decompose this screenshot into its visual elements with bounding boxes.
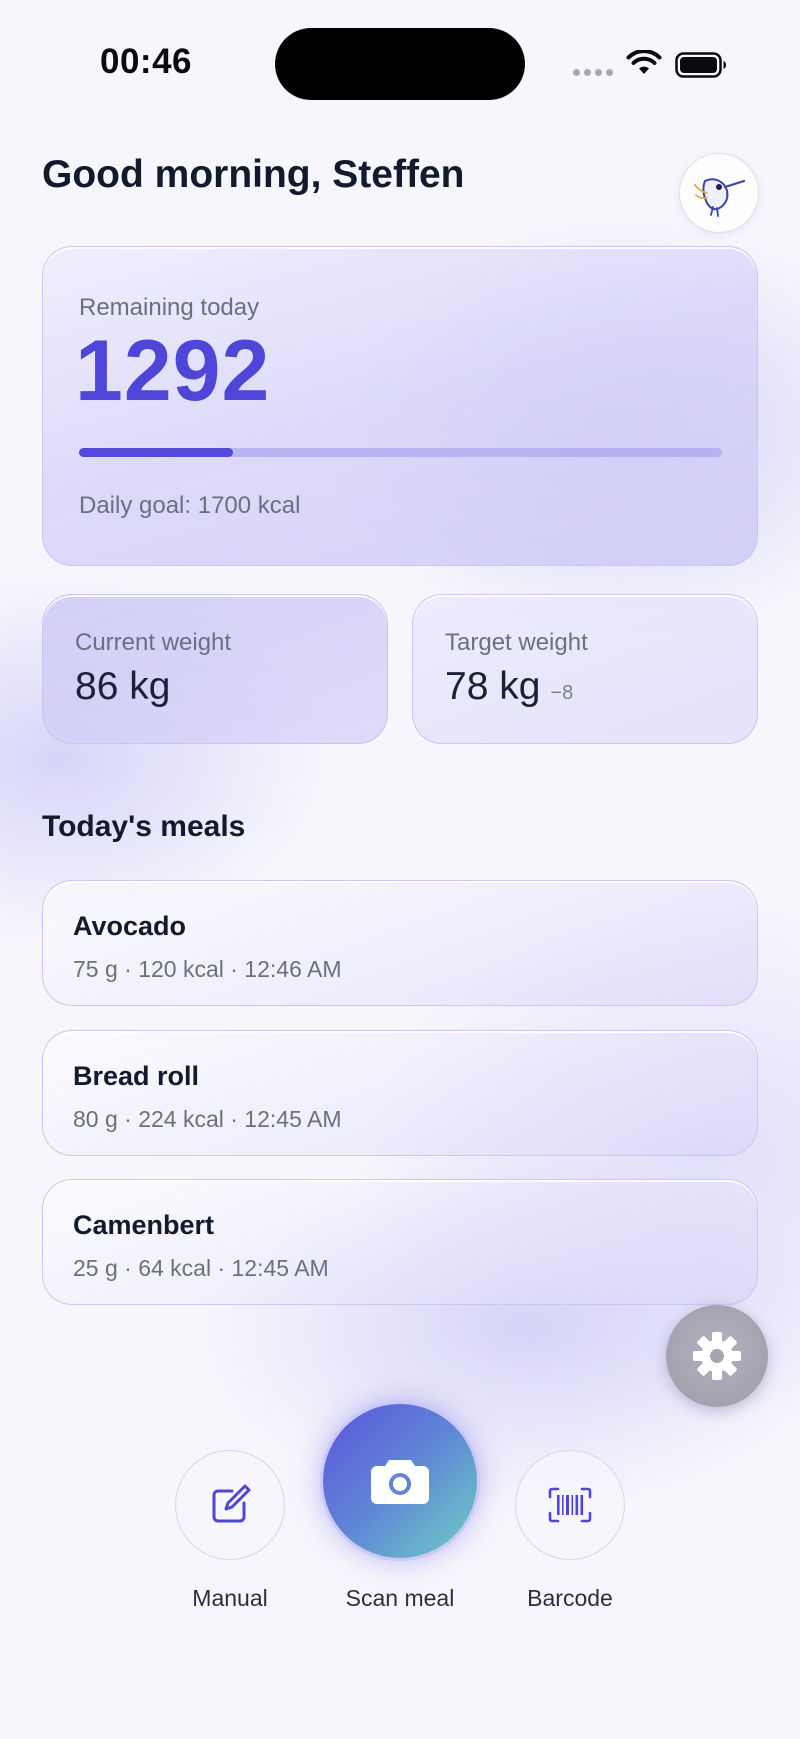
remaining-label: Remaining today <box>79 294 260 321</box>
target-weight-card[interactable]: Target weight 78 kg −8 <box>412 594 758 744</box>
barcode-icon <box>548 1487 592 1523</box>
profile-avatar-button[interactable] <box>679 153 759 233</box>
current-weight-card[interactable]: Current weight 86 kg <box>42 594 388 744</box>
meal-list-item[interactable]: Camenbert 25 g · 64 kcal · 12:45 AM <box>42 1179 758 1305</box>
battery-icon <box>675 52 726 78</box>
calorie-progress-bar <box>79 448 722 457</box>
current-weight-value: 86 kg <box>75 665 171 708</box>
gear-icon <box>693 1332 741 1380</box>
meals-section-title: Today's meals <box>42 810 246 843</box>
wifi-icon <box>626 50 662 74</box>
meal-list-item[interactable]: Bread roll 80 g · 224 kcal · 12:45 AM <box>42 1030 758 1156</box>
dynamic-island <box>275 28 525 100</box>
camera-icon <box>371 1460 429 1504</box>
settings-button[interactable] <box>666 1305 768 1407</box>
meal-name: Avocado <box>73 911 187 941</box>
barcode-scan-button[interactable] <box>515 1450 625 1560</box>
meal-details: 75 g · 120 kcal · 12:46 AM <box>73 956 342 982</box>
meal-details: 80 g · 224 kcal · 12:45 AM <box>73 1106 342 1132</box>
daily-goal-text: Daily goal: 1700 kcal <box>79 492 301 519</box>
greeting-title: Good morning, Steffen <box>42 153 465 196</box>
signal-dots-icon <box>573 69 613 76</box>
target-weight-row: 78 kg −8 <box>445 665 573 709</box>
barcode-label: Barcode <box>527 1585 613 1611</box>
status-time: 00:46 <box>100 42 193 81</box>
manual-entry-button[interactable] <box>175 1450 285 1560</box>
weight-difference: −8 <box>550 682 574 704</box>
current-weight-label: Current weight <box>75 629 232 656</box>
edit-icon <box>212 1484 251 1523</box>
remaining-calories-value: 1292 <box>75 323 271 419</box>
scan-meal-button[interactable] <box>323 1404 477 1558</box>
target-weight-label: Target weight <box>445 629 588 656</box>
target-weight-value: 78 kg <box>445 665 541 708</box>
hummingbird-icon <box>694 178 746 217</box>
meal-name: Camenbert <box>73 1210 215 1240</box>
meal-list-item[interactable]: Avocado 75 g · 120 kcal · 12:46 AM <box>42 880 758 1006</box>
calorie-progress-fill <box>79 448 234 457</box>
meal-name: Bread roll <box>73 1061 200 1091</box>
meal-details: 25 g · 64 kcal · 12:45 AM <box>73 1255 329 1281</box>
